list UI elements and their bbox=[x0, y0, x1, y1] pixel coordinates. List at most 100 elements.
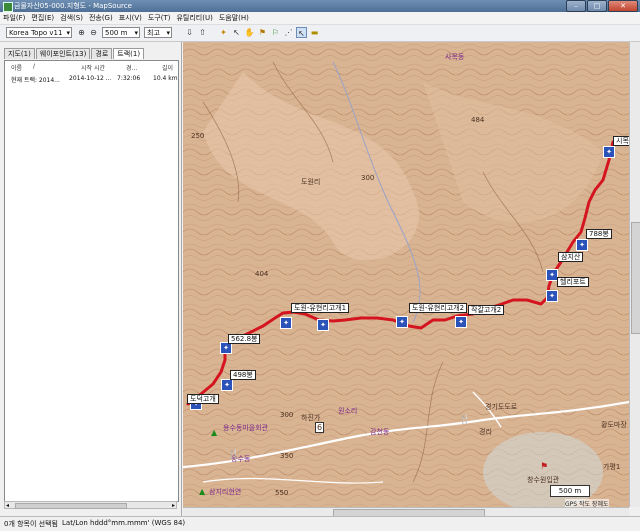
road-label: 경기도도로 bbox=[485, 403, 518, 411]
hiker-waypoint-icon[interactable]: ✦ bbox=[396, 316, 408, 328]
zoom-tool-icon[interactable]: ✦ bbox=[218, 27, 229, 38]
window-title: 금물자산05-000.지형도 - MapSource bbox=[14, 2, 132, 10]
route-tool-icon[interactable]: ⚐ bbox=[270, 27, 281, 38]
flag-icon[interactable]: ⚑ bbox=[540, 462, 548, 472]
hiker-waypoint-icon[interactable]: ✦ bbox=[221, 379, 233, 391]
track-name: 현재 트랙: 2014... bbox=[11, 77, 60, 84]
waypoint-tool-icon[interactable]: ⚑ bbox=[257, 27, 268, 38]
elevation-label: 404 bbox=[255, 270, 269, 278]
elevation-label: 350 bbox=[280, 452, 294, 460]
scroll-thumb[interactable] bbox=[631, 222, 640, 334]
column-header-start-time[interactable]: 시작 시간 bbox=[81, 63, 105, 72]
panel-tabs: 지도(1) 웨이포인트(13) 경로 트랙(1) bbox=[4, 48, 145, 59]
waypoint-label[interactable]: 시목 bbox=[613, 136, 629, 146]
place-label: 용수동마을회관 bbox=[223, 424, 269, 432]
close-button[interactable]: ✕ bbox=[608, 0, 638, 12]
elevation-label: 250 bbox=[191, 132, 205, 140]
map-view[interactable]: ✦ ✦ ✦ ✦ ✦ ✦ ✦ ✦ ✦ ✦ ✦ 도원-유현리고개1 도원-유현리고개… bbox=[183, 42, 629, 507]
hiker-waypoint-icon[interactable]: ✦ bbox=[576, 239, 588, 251]
place-label: 감천동 bbox=[370, 428, 390, 436]
place-label: 원소리 bbox=[338, 407, 358, 415]
menu-view[interactable]: 표시(V) bbox=[116, 12, 145, 24]
scroll-thumb[interactable] bbox=[15, 503, 127, 509]
place-label: 사목동 bbox=[445, 53, 465, 61]
track-list[interactable]: 이름 / 시작 시간 경... 길이 현재 트랙: 2014... 2014-1… bbox=[4, 60, 179, 502]
map-note: GPS 작도 장혜도 bbox=[565, 499, 609, 507]
place-label: 가평1 bbox=[603, 463, 621, 471]
maximize-button[interactable]: □ bbox=[587, 0, 607, 12]
zoom-level-select[interactable]: 500 m bbox=[102, 27, 140, 38]
menu-search[interactable]: 검색(S) bbox=[57, 12, 86, 24]
track-length: 10.4 km bbox=[153, 75, 178, 82]
place-label: 창수원입관 bbox=[527, 476, 560, 484]
tab-maps[interactable]: 지도(1) bbox=[4, 48, 35, 59]
measure-tool-icon[interactable]: ▬ bbox=[309, 27, 320, 38]
column-header-length[interactable]: 길이 bbox=[162, 63, 173, 72]
terrain-map bbox=[183, 42, 629, 507]
track-tool-icon[interactable]: ⋰ bbox=[283, 27, 294, 38]
waypoint-label[interactable]: 헬리포트 bbox=[557, 277, 589, 287]
column-header-name[interactable]: 이름 bbox=[11, 63, 22, 72]
waypoint-label[interactable]: 788봉 bbox=[586, 229, 612, 239]
detail-select[interactable]: 최고 bbox=[144, 27, 172, 38]
hiker-waypoint-icon[interactable]: ✦ bbox=[455, 316, 467, 328]
column-header-sort[interactable]: / bbox=[33, 63, 35, 70]
track-start: 2014-10-12 ... bbox=[69, 75, 112, 82]
track-duration: 7:32:06 bbox=[117, 75, 141, 82]
menu-help[interactable]: 도움말(H) bbox=[216, 12, 252, 24]
menu-tools[interactable]: 도구(T) bbox=[145, 12, 174, 24]
select-tool-icon[interactable]: ↖ bbox=[231, 27, 242, 38]
place-label: 삼지리현연 bbox=[209, 488, 242, 496]
menu-edit[interactable]: 편집(E) bbox=[28, 12, 57, 24]
title-bar: 금물자산05-000.지형도 - MapSource – □ ✕ bbox=[0, 0, 640, 12]
elevation-label: 300 bbox=[280, 411, 294, 419]
pan-tool-icon[interactable]: ✋ bbox=[244, 27, 255, 38]
waypoint-label[interactable]: 도덕고개 bbox=[187, 394, 219, 404]
column-header-duration[interactable]: 경... bbox=[126, 63, 137, 72]
restaurant-icon: 🍴 bbox=[228, 450, 240, 460]
receive-from-device-icon[interactable]: ⇩ bbox=[184, 27, 195, 38]
scroll-left-icon[interactable]: ◂ bbox=[6, 502, 9, 509]
send-to-device-icon[interactable]: ⇧ bbox=[197, 27, 208, 38]
place-label: 도원리 bbox=[301, 178, 321, 186]
menu-file[interactable]: 파일(F) bbox=[0, 12, 28, 24]
hiker-waypoint-icon[interactable]: ✦ bbox=[317, 319, 329, 331]
waypoint-label[interactable]: 562.8봉 bbox=[228, 334, 261, 344]
map-product-select[interactable]: Korea Topo v11 bbox=[6, 27, 72, 38]
place-label: 황도마장 bbox=[601, 421, 627, 429]
elevation-label: 550 bbox=[275, 489, 289, 497]
elevation-label: 300 bbox=[361, 174, 375, 182]
menu-transfer[interactable]: 전송(G) bbox=[86, 12, 116, 24]
menu-utilities[interactable]: 유틸리티(U) bbox=[173, 12, 215, 24]
selection-status: 0개 항목이 선택됨 bbox=[4, 520, 58, 528]
window-controls: – □ ✕ bbox=[566, 0, 638, 12]
coordinate-format: Lat/Lon hddd°mm.mmm' (WGS 84) bbox=[62, 519, 186, 527]
waypoint-label[interactable]: 도원-유현리고개2 bbox=[409, 303, 468, 313]
list-horizontal-scrollbar[interactable]: ◂ ▸ bbox=[4, 501, 177, 509]
menu-bar: 파일(F) 편집(E) 검색(S) 전송(G) 표시(V) 도구(T) 유틸리티(U) 도움말… bbox=[0, 12, 640, 25]
tab-routes[interactable]: 경로 bbox=[91, 48, 113, 59]
hiker-waypoint-icon[interactable]: ✦ bbox=[280, 317, 292, 329]
scale-indicator: 500 m bbox=[550, 485, 590, 497]
road-shield-icon: 6 bbox=[315, 422, 325, 433]
minimize-button[interactable]: – bbox=[566, 0, 586, 12]
restaurant-icon: 🍴 bbox=[459, 415, 471, 425]
hiker-waypoint-icon[interactable]: ✦ bbox=[603, 146, 615, 158]
tab-waypoints[interactable]: 웨이포인트(13) bbox=[35, 48, 91, 59]
map-vertical-scrollbar[interactable] bbox=[629, 42, 640, 507]
pointer-tool-icon[interactable]: ↖ bbox=[296, 27, 307, 38]
park-icon: ▲ bbox=[211, 428, 218, 437]
place-label: 경리 bbox=[479, 428, 492, 436]
hiker-waypoint-icon[interactable]: ✦ bbox=[546, 290, 558, 302]
zoom-in-icon[interactable]: ⊕ bbox=[76, 27, 87, 38]
left-panel: 지도(1) 웨이포인트(13) 경로 트랙(1) 이름 / 시작 시간 경...… bbox=[0, 42, 182, 516]
status-bar: 0개 항목이 선택됨 Lat/Lon hddd°mm.mmm' (WGS 84) bbox=[0, 516, 640, 531]
waypoint-label[interactable]: 도원-유현리고개1 bbox=[291, 303, 350, 313]
waypoint-label[interactable]: 498봉 bbox=[230, 370, 256, 380]
zoom-out-icon[interactable]: ⊖ bbox=[88, 27, 99, 38]
toolbar: Korea Topo v11 ⊕ ⊖ 500 m 최고 ⇩ ⇧ ✦ ↖ ✋ ⚑ … bbox=[0, 25, 640, 42]
waypoint-label[interactable]: 작갈고개2 bbox=[468, 305, 505, 315]
waypoint-label[interactable]: 삼지산 bbox=[558, 252, 584, 262]
scroll-right-icon[interactable]: ▸ bbox=[172, 502, 175, 509]
tab-tracks[interactable]: 트랙(1) bbox=[113, 48, 145, 59]
